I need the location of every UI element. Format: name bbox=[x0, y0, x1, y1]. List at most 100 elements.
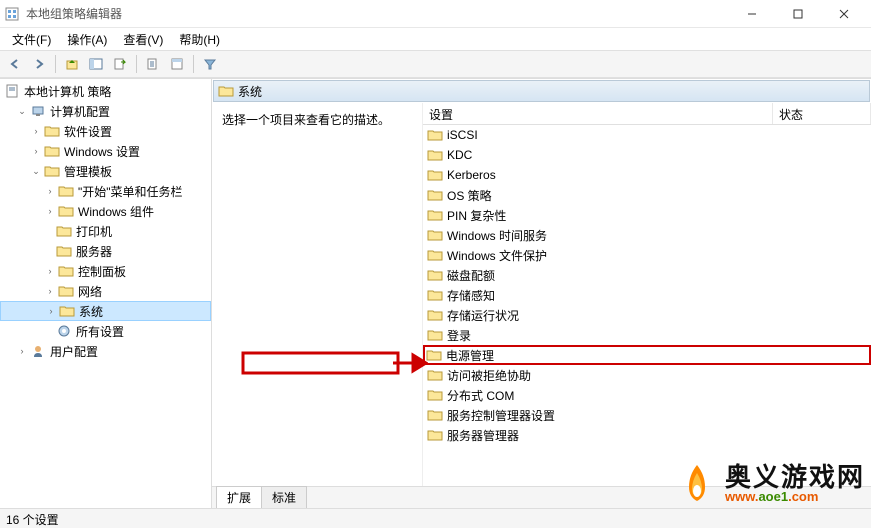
expand-icon[interactable]: › bbox=[44, 205, 56, 217]
list-item[interactable]: Kerberos bbox=[423, 165, 871, 185]
description-text: 选择一个项目来查看它的描述。 bbox=[222, 111, 412, 128]
item-label: OS 策略 bbox=[447, 187, 492, 204]
tree-admin-templates[interactable]: ⌄ 管理模板 bbox=[0, 161, 211, 181]
tree-windows-settings[interactable]: › Windows 设置 bbox=[0, 141, 211, 161]
folder-icon bbox=[56, 243, 72, 259]
column-state[interactable]: 状态 bbox=[773, 103, 871, 124]
up-button[interactable] bbox=[61, 53, 83, 75]
tree-pane[interactable]: 本地计算机 策略 ⌄ 计算机配置 › 软件设置 › Windows 设置 ⌄ 管… bbox=[0, 79, 212, 508]
tree-network[interactable]: › 网络 bbox=[0, 281, 211, 301]
user-icon bbox=[30, 343, 46, 359]
menu-help[interactable]: 帮助(H) bbox=[171, 29, 228, 50]
expand-icon[interactable]: › bbox=[16, 345, 28, 357]
tree-control-panel[interactable]: › 控制面板 bbox=[0, 261, 211, 281]
item-label: 磁盘配额 bbox=[447, 267, 495, 284]
toolbar bbox=[0, 50, 871, 78]
list-item[interactable]: 存储运行状况 bbox=[423, 305, 871, 325]
collapse-icon[interactable]: ⌄ bbox=[16, 105, 28, 117]
back-button[interactable] bbox=[4, 53, 26, 75]
folder-icon bbox=[44, 163, 60, 179]
folder-icon bbox=[56, 223, 72, 239]
folder-icon bbox=[427, 308, 443, 322]
folder-icon bbox=[427, 168, 443, 182]
tree-software-settings[interactable]: › 软件设置 bbox=[0, 121, 211, 141]
folder-icon bbox=[59, 303, 75, 319]
properties-button[interactable] bbox=[142, 53, 164, 75]
expand-icon[interactable]: › bbox=[44, 265, 56, 277]
show-hide-tree-button[interactable] bbox=[85, 53, 107, 75]
column-name[interactable]: 设置 bbox=[423, 103, 773, 124]
minimize-button[interactable] bbox=[729, 0, 775, 28]
list-item[interactable]: Windows 时间服务 bbox=[423, 225, 871, 245]
path-bar: 系统 bbox=[213, 80, 870, 102]
item-label: 服务控制管理器设置 bbox=[447, 407, 555, 424]
item-label: Kerberos bbox=[447, 168, 496, 182]
expand-icon[interactable]: › bbox=[45, 305, 57, 317]
expand-icon[interactable]: › bbox=[44, 285, 56, 297]
maximize-button[interactable] bbox=[775, 0, 821, 28]
close-button[interactable] bbox=[821, 0, 867, 28]
collapse-icon[interactable]: ⌄ bbox=[30, 165, 42, 177]
item-label: 服务器管理器 bbox=[447, 427, 519, 444]
folder-icon bbox=[427, 248, 443, 262]
list-item[interactable]: 访问被拒绝协助 bbox=[423, 365, 871, 385]
tree-printers[interactable]: 打印机 bbox=[0, 221, 211, 241]
tree-server[interactable]: 服务器 bbox=[0, 241, 211, 261]
expand-icon[interactable]: › bbox=[44, 185, 56, 197]
refresh-button[interactable] bbox=[166, 53, 188, 75]
menu-action[interactable]: 操作(A) bbox=[59, 29, 115, 50]
folder-icon bbox=[427, 328, 443, 342]
tree-all-settings[interactable]: 所有设置 bbox=[0, 321, 211, 341]
item-label: 登录 bbox=[447, 327, 471, 344]
status-text: 16 个设置 bbox=[6, 513, 59, 527]
menu-view[interactable]: 查看(V) bbox=[115, 29, 171, 50]
list-item[interactable]: 磁盘配额 bbox=[423, 265, 871, 285]
list-item[interactable]: 服务器管理器 bbox=[423, 425, 871, 445]
list-item[interactable]: iSCSI bbox=[423, 125, 871, 145]
item-label: 访问被拒绝协助 bbox=[447, 367, 531, 384]
list-item[interactable]: 分布式 COM bbox=[423, 385, 871, 405]
expand-icon[interactable]: › bbox=[30, 145, 42, 157]
watermark-title: 奥义游戏网 bbox=[725, 464, 865, 490]
app-icon bbox=[4, 6, 20, 22]
filter-button[interactable] bbox=[199, 53, 221, 75]
expand-icon[interactable]: › bbox=[30, 125, 42, 137]
list-item[interactable]: 登录 bbox=[423, 325, 871, 345]
tree-windows-components[interactable]: › Windows 组件 bbox=[0, 201, 211, 221]
statusbar: 16 个设置 bbox=[0, 508, 871, 528]
tree-system[interactable]: › 系统 bbox=[0, 301, 211, 321]
export-button[interactable] bbox=[109, 53, 131, 75]
folder-icon bbox=[44, 143, 60, 159]
list-item[interactable]: 存储感知 bbox=[423, 285, 871, 305]
folder-icon bbox=[58, 283, 74, 299]
folder-icon bbox=[427, 268, 443, 282]
list-item[interactable]: KDC bbox=[423, 145, 871, 165]
folder-icon bbox=[427, 388, 443, 402]
folder-icon bbox=[44, 123, 60, 139]
folder-icon bbox=[427, 408, 443, 422]
tree-computer-config[interactable]: ⌄ 计算机配置 bbox=[0, 101, 211, 121]
forward-button[interactable] bbox=[28, 53, 50, 75]
item-label: Windows 文件保护 bbox=[447, 247, 547, 264]
tree-user-config[interactable]: › 用户配置 bbox=[0, 341, 211, 361]
folder-icon bbox=[427, 288, 443, 302]
tree-root[interactable]: 本地计算机 策略 bbox=[0, 81, 211, 101]
list-item[interactable]: PIN 复杂性 bbox=[423, 205, 871, 225]
item-label: 存储感知 bbox=[447, 287, 495, 304]
tab-extended[interactable]: 扩展 bbox=[216, 486, 262, 508]
titlebar: 本地组策略编辑器 bbox=[0, 0, 871, 28]
tree-start-taskbar[interactable]: › "开始"菜单和任务栏 bbox=[0, 181, 211, 201]
tab-standard[interactable]: 标准 bbox=[261, 486, 307, 508]
list-item[interactable]: 电源管理 bbox=[423, 345, 871, 365]
item-label: 存储运行状况 bbox=[447, 307, 519, 324]
list-item[interactable]: Windows 文件保护 bbox=[423, 245, 871, 265]
list-item[interactable]: 服务控制管理器设置 bbox=[423, 405, 871, 425]
folder-icon bbox=[427, 188, 443, 202]
list-body[interactable]: iSCSIKDC Kerberos OS 策略PIN 复杂性 Windows 时间服务… bbox=[423, 125, 871, 486]
item-label: Windows 时间服务 bbox=[447, 227, 547, 244]
computer-icon bbox=[30, 103, 46, 119]
item-label: 分布式 COM bbox=[447, 387, 514, 404]
list-item[interactable]: OS 策略 bbox=[423, 185, 871, 205]
list-column: 设置 状态 iSCSIKDC Kerberos OS 策略PIN 复杂性 Window… bbox=[422, 103, 871, 486]
menu-file[interactable]: 文件(F) bbox=[4, 29, 59, 50]
